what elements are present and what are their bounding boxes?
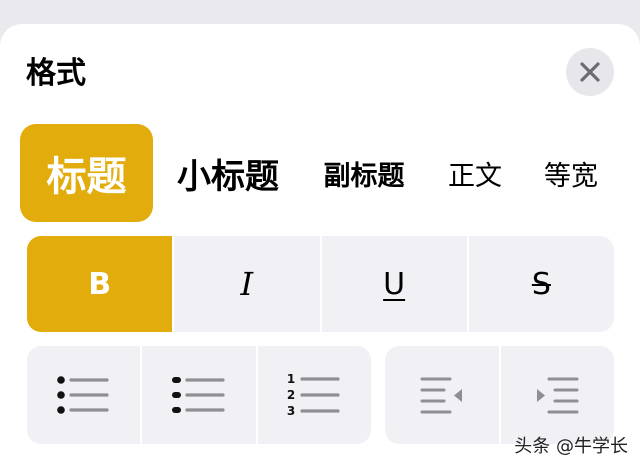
underline-button[interactable]: U — [319, 236, 467, 332]
numbered-list-icon: 1 2 3 — [287, 372, 340, 418]
strikethrough-label: S — [531, 266, 551, 302]
bulleted-list-button[interactable] — [27, 346, 140, 444]
style-option-label: 等宽 — [544, 160, 598, 192]
style-option-monospaced[interactable]: 等宽 — [535, 124, 607, 222]
style-option-label: 标题 — [46, 154, 127, 200]
style-option-label: 副标题 — [323, 160, 405, 192]
italic-label: I — [240, 265, 254, 303]
text-format-segment: B I U S — [27, 236, 614, 332]
list-number: 2 — [287, 388, 295, 402]
dashed-list-icon — [171, 377, 225, 413]
numbered-list-button[interactable]: 1 2 3 — [255, 346, 371, 444]
style-option-label: 小标题 — [177, 156, 279, 197]
close-button[interactable] — [566, 48, 614, 96]
bold-button[interactable]: B — [27, 236, 173, 332]
indent-group — [385, 346, 614, 444]
decrease-indent-button[interactable] — [385, 346, 499, 444]
text-style-picker: 标题 小标题 副标题 正文 等宽 — [0, 124, 640, 224]
dashed-list-button[interactable] — [140, 346, 255, 444]
bulleted-list-icon — [56, 376, 109, 414]
strikethrough-button[interactable]: S — [466, 236, 614, 332]
underline-label: U — [383, 266, 406, 302]
close-icon — [580, 62, 600, 82]
list-style-group: 1 2 3 — [27, 346, 371, 444]
sheet-title: 格式 — [26, 56, 86, 91]
style-option-label: 正文 — [448, 160, 502, 192]
list-number: 1 — [287, 372, 295, 386]
style-option-body[interactable]: 正文 — [440, 124, 510, 222]
format-sheet: 格式 标题 小标题 副标题 正文 等宽 B I U S 1 2 3 — [0, 24, 640, 468]
italic-button[interactable]: I — [172, 236, 319, 332]
increase-indent-icon — [537, 377, 579, 414]
bold-label: B — [88, 266, 112, 302]
increase-indent-button[interactable] — [498, 346, 615, 444]
style-option-heading[interactable]: 小标题 — [166, 124, 290, 222]
decrease-indent-icon — [420, 377, 462, 414]
watermark: 头条 @牛学长 — [514, 436, 628, 457]
list-number: 3 — [287, 404, 295, 418]
style-option-subheading[interactable]: 副标题 — [314, 124, 414, 222]
style-option-title[interactable]: 标题 — [20, 124, 153, 222]
